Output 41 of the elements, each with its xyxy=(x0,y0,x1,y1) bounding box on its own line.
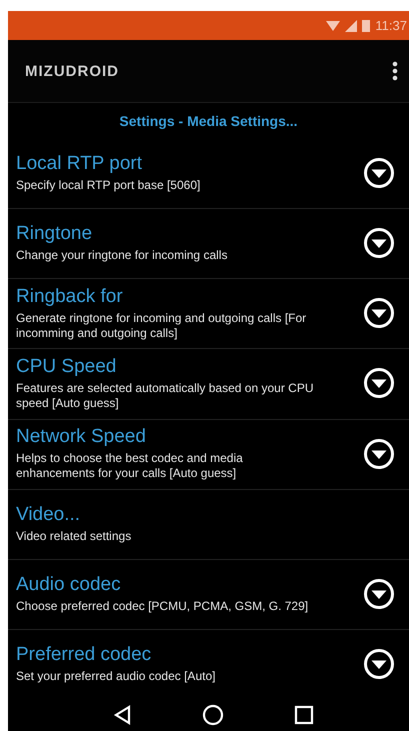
preference-title: Video... xyxy=(16,504,82,526)
preference-title: Audio codec xyxy=(16,574,122,596)
preference-summary: Change your ringtone for incoming calls xyxy=(16,248,228,264)
dropdown-icon[interactable] xyxy=(363,438,395,470)
preference-item[interactable]: Audio codec Choose preferred codec [PCMU, PCMA, GSM, G. 729] xyxy=(8,560,409,630)
dropdown-icon[interactable] xyxy=(363,367,395,400)
dropdown-icon[interactable] xyxy=(363,578,395,610)
wifi-icon xyxy=(326,20,340,32)
preference-title: Network Speed xyxy=(16,426,147,448)
dropdown-icon[interactable] xyxy=(363,297,395,330)
preference-title: Local RTP port xyxy=(16,153,144,176)
preference-summary: Helps to choose the best codec and media enhancements for your calls [Auto guess] xyxy=(16,451,244,482)
app-logo: MIZUDROID xyxy=(25,62,119,80)
screen-title: Settings - Media Settings... xyxy=(119,113,298,129)
preference-item[interactable]: Preferred codec Set your preferred audio codec [Auto] xyxy=(8,630,409,699)
signal-icon xyxy=(345,20,358,32)
dropdown-icon[interactable] xyxy=(363,157,395,190)
clock-time: 11:37 xyxy=(375,18,407,33)
back-icon[interactable] xyxy=(112,705,133,725)
preference-summary: Specify local RTP port base [5060] xyxy=(16,178,202,194)
preference-item[interactable]: Network Speed Helps to choose the best codec and media enhancements for your calls [Auto guess] xyxy=(8,420,409,490)
preference-summary: Generate ringtone for incoming and outgoing calls [For incomming and outgoing calls] xyxy=(16,310,308,341)
preference-summary: Features are selected automatically based on your CPU speed [Auto guess] xyxy=(16,380,314,411)
preference-title: Ringback for xyxy=(16,286,124,308)
recents-icon[interactable] xyxy=(294,705,314,725)
preference-item[interactable]: Local RTP port Specify local RTP port base [5060] xyxy=(8,139,409,210)
preference-summary: Set your preferred audio codec [Auto] xyxy=(16,668,216,684)
preference-item[interactable]: Video... Video related settings xyxy=(8,490,409,560)
preference-item[interactable]: CPU Speed Features are selected automatically based on your CPU speed [Auto guess] xyxy=(8,349,409,420)
preference-title: CPU Speed xyxy=(16,356,118,378)
preference-item[interactable]: Ringtone Change your ringtone for incoming calls xyxy=(8,209,409,280)
battery-icon xyxy=(362,19,370,32)
preference-title: Preferred codec xyxy=(16,644,152,666)
preference-summary: Video related settings xyxy=(16,528,132,544)
dropdown-icon[interactable] xyxy=(363,648,395,680)
preference-title: Ringtone xyxy=(16,223,94,246)
dropdown-icon[interactable] xyxy=(363,227,395,260)
preference-summary: Choose preferred codec [PCMU, PCMA, GSM, G. 729] xyxy=(16,598,310,614)
home-icon[interactable] xyxy=(202,704,224,726)
overflow-menu-icon[interactable] xyxy=(392,61,398,81)
preference-item[interactable]: Ringback for Generate ringtone for incoming and outgoing calls [For incomming and outgoing calls] xyxy=(8,279,409,350)
